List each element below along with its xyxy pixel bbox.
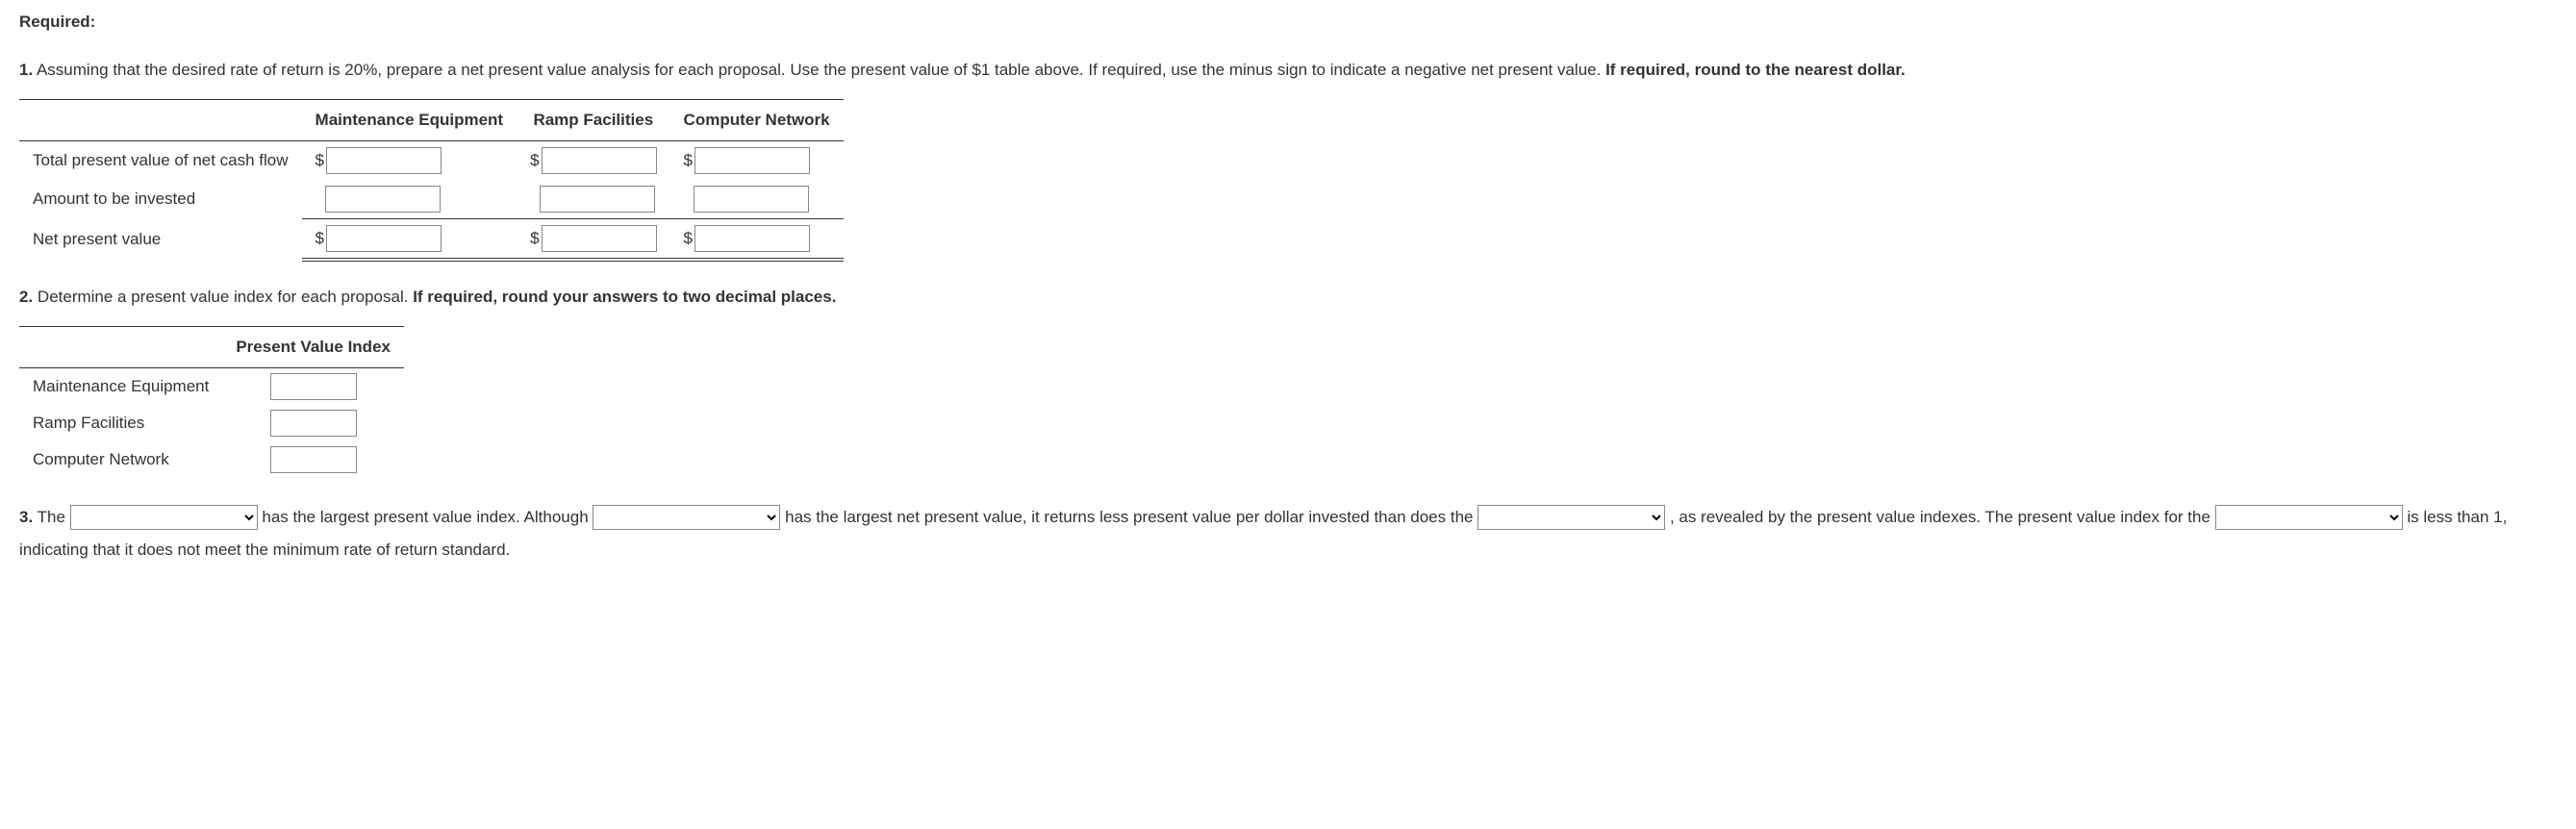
row-label-total-pv: Total present value of net cash flow — [19, 140, 302, 180]
input-npv-maintenance[interactable] — [326, 225, 442, 252]
q2-bold-note: If required, round your answers to two d… — [413, 288, 836, 306]
npv-table: Maintenance Equipment Ramp Facilities Co… — [19, 99, 844, 262]
input-amount-ramp[interactable] — [540, 186, 655, 213]
q3-part3: has the largest net present value, it re… — [785, 508, 1477, 526]
row-label-amount-invested: Amount to be invested — [19, 180, 302, 219]
dollar-sign: $ — [316, 148, 324, 173]
q2-text: 2. Determine a present value index for e… — [19, 285, 2557, 310]
q1-body: Assuming that the desired rate of return… — [33, 61, 1605, 79]
dropdown-than-does[interactable] — [1477, 505, 1665, 530]
q1-bold-note: If required, round to the nearest dollar… — [1605, 61, 1906, 79]
required-heading: Required: — [19, 13, 95, 31]
input-amount-computer[interactable] — [694, 186, 809, 213]
input-pvi-computer[interactable] — [270, 446, 357, 473]
input-amount-maintenance[interactable] — [325, 186, 441, 213]
row-label-npv: Net present value — [19, 218, 302, 260]
q3-part1: The — [33, 508, 69, 526]
table-row: Net present value $ $ $ — [19, 218, 844, 260]
pvi-header: Present Value Index — [222, 327, 404, 368]
table-row: Amount to be invested — [19, 180, 844, 219]
input-totalpv-maintenance[interactable] — [326, 147, 442, 174]
dollar-sign: $ — [530, 148, 539, 173]
dollar-sign: $ — [316, 226, 324, 251]
pvi-table: Present Value Index Maintenance Equipmen… — [19, 326, 404, 478]
q3-number: 3. — [19, 508, 33, 526]
pvi-row-maintenance: Maintenance Equipment — [19, 367, 222, 405]
dollar-sign: $ — [530, 226, 539, 251]
input-totalpv-ramp[interactable] — [542, 147, 657, 174]
dollar-sign: $ — [684, 148, 693, 173]
dropdown-largest-npv[interactable] — [593, 505, 780, 530]
npv-header-empty — [19, 100, 302, 141]
dropdown-less-than-one[interactable] — [2215, 505, 2403, 530]
npv-header-ramp: Ramp Facilities — [517, 100, 669, 141]
input-totalpv-computer[interactable] — [695, 147, 810, 174]
pvi-row-ramp: Ramp Facilities — [19, 405, 222, 441]
q2-number: 2. — [19, 288, 33, 306]
input-npv-computer[interactable] — [695, 225, 810, 252]
table-row: Maintenance Equipment — [19, 367, 404, 405]
dropdown-largest-pvi[interactable] — [70, 505, 258, 530]
q1-text: 1. Assuming that the desired rate of ret… — [19, 58, 2557, 83]
npv-header-maintenance: Maintenance Equipment — [302, 100, 518, 141]
table-row: Ramp Facilities — [19, 405, 404, 441]
table-row: Total present value of net cash flow $ $… — [19, 140, 844, 180]
q3-part4: , as revealed by the present value index… — [1670, 508, 2215, 526]
pvi-row-computer: Computer Network — [19, 441, 222, 478]
input-npv-ramp[interactable] — [542, 225, 657, 252]
q1-number: 1. — [19, 61, 33, 79]
dollar-sign: $ — [684, 226, 693, 251]
table-row: Computer Network — [19, 441, 404, 478]
input-pvi-maintenance[interactable] — [270, 373, 357, 400]
q3-text: 3. The has the largest present value ind… — [19, 501, 2557, 566]
q2-body: Determine a present value index for each… — [33, 288, 413, 306]
npv-header-computer: Computer Network — [670, 100, 844, 141]
input-pvi-ramp[interactable] — [270, 410, 357, 437]
q3-part2: has the largest present value index. Alt… — [262, 508, 593, 526]
pvi-header-empty — [19, 327, 222, 368]
